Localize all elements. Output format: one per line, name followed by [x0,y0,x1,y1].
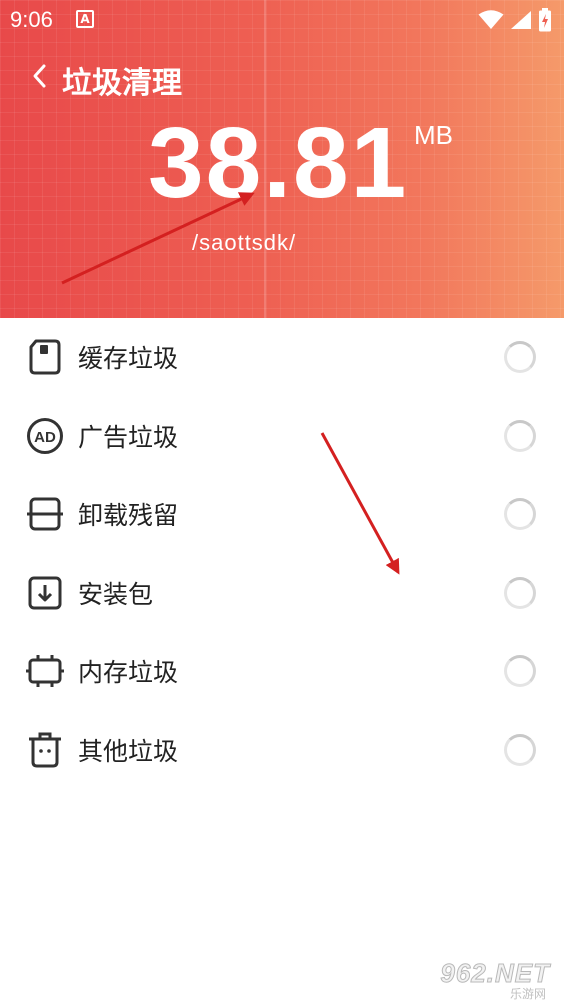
junk-size-value: 38.81 [148,107,409,219]
list-item-cache[interactable]: 缓存垃圾 [0,318,564,397]
uninstall-icon [26,495,64,533]
loading-spinner [504,576,536,609]
category-label: 其他垃圾 [78,736,179,766]
loading-spinner [504,341,536,374]
chevron-left-icon [33,64,46,88]
category-label: 内存垃圾 [78,658,179,688]
ad-icon: AD [26,417,64,455]
loading-spinner [504,419,536,452]
junk-category-list: 缓存垃圾 AD 广告垃圾 卸载残留 安装包 内存垃圾 其他垃圾 [0,318,564,789]
watermark-logo: 962.NET 乐游网 [426,958,556,1002]
list-item-apk[interactable]: 安装包 [0,554,564,633]
junk-size-unit: MB [414,120,453,150]
status-bar: 9:06 A [0,0,564,40]
category-label: 广告垃圾 [78,422,179,452]
list-item-uninstall-residue[interactable]: 卸载残留 [0,475,564,554]
category-label: 缓存垃圾 [78,344,179,374]
header-banner: 9:06 A 垃圾清理 38.81 MB /saottsdk/ [0,0,564,318]
watermark-sub: 乐游网 [509,987,546,1001]
app-notification-icon: A [76,10,94,28]
status-icons [478,8,552,32]
battery-charging-icon [539,8,551,32]
memory-chip-icon [26,652,64,690]
category-label: 卸载残留 [78,501,179,531]
signal-icon [511,11,531,29]
list-item-other[interactable]: 其他垃圾 [0,711,564,790]
list-item-ads[interactable]: AD 广告垃圾 [0,397,564,476]
scan-path: /saottsdk/ [192,230,297,255]
loading-spinner [504,655,536,688]
download-box-icon [26,574,64,612]
back-button[interactable] [22,56,56,96]
sd-card-icon [26,338,64,376]
trash-icon [26,731,64,769]
page-title: 垃圾清理 [62,66,182,101]
title-bar: 垃圾清理 [0,52,564,102]
loading-spinner [504,498,536,531]
status-time: 9:06 [10,7,53,32]
category-label: 安装包 [78,579,154,609]
list-item-memory[interactable]: 内存垃圾 [0,632,564,711]
loading-spinner [504,733,536,766]
wifi-icon [478,10,504,29]
svg-text:AD: AD [34,429,56,446]
